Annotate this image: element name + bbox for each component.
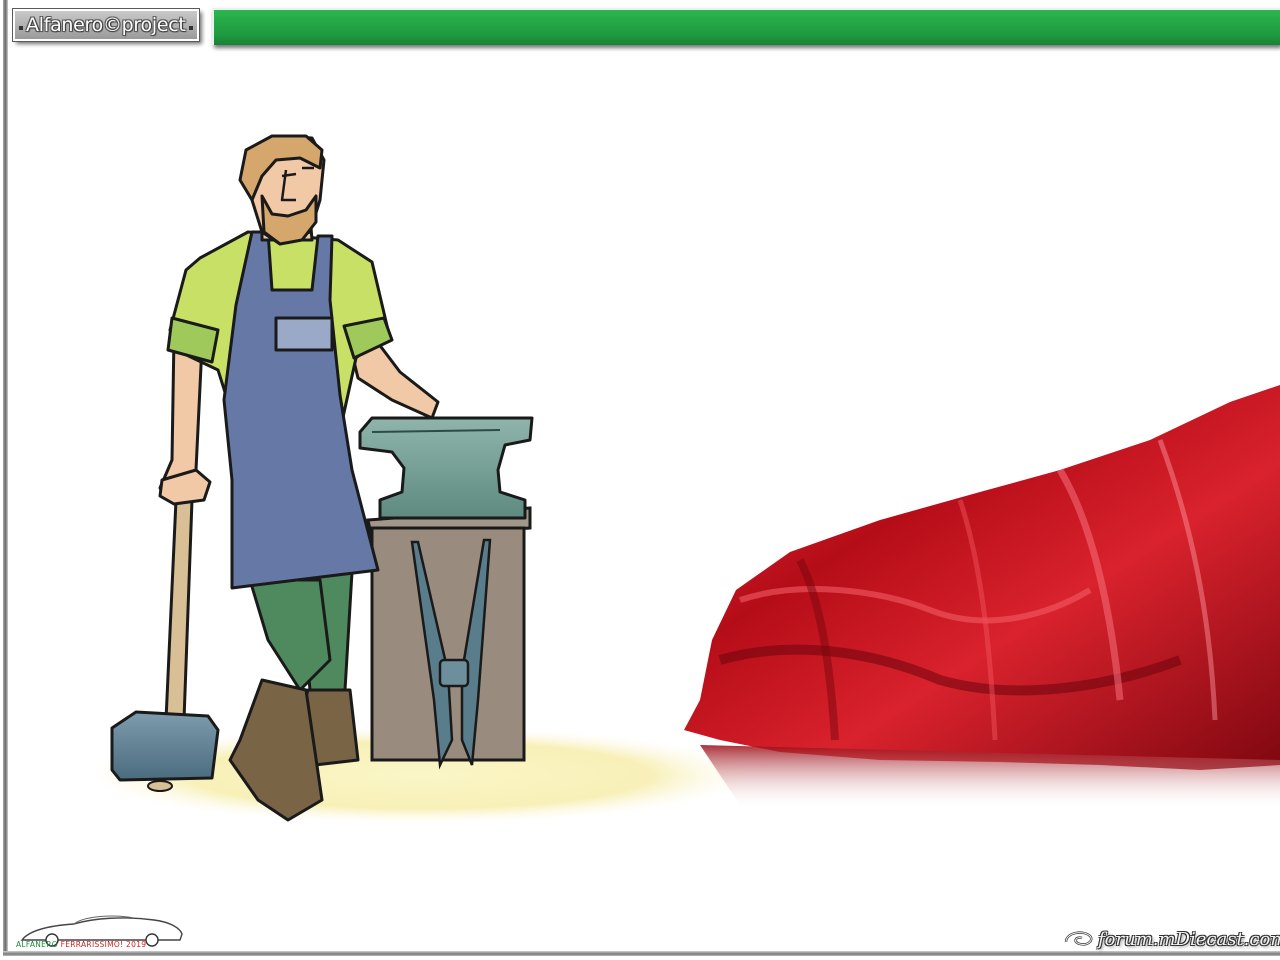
forum-watermark-text: forum.mDiecast.com bbox=[1098, 928, 1280, 950]
logo-caption-part-1: ALFANERO bbox=[16, 940, 58, 949]
slide: Alfanero©project ALFANERO FERRARISSIMO! … bbox=[0, 0, 1280, 960]
anvil bbox=[358, 416, 534, 520]
covered-car bbox=[684, 385, 1280, 810]
scene-illustration bbox=[90, 134, 1280, 823]
logo-caption-part-2: FERRARISSIMO! 2019 bbox=[60, 940, 147, 949]
work-block bbox=[366, 506, 532, 770]
swirl-icon bbox=[1064, 931, 1093, 946]
logo-caption: ALFANERO FERRARISSIMO! 2019 bbox=[16, 940, 146, 949]
sledgehammer bbox=[110, 498, 220, 792]
forum-watermark: forum.mDiecast.com bbox=[1062, 926, 1280, 952]
